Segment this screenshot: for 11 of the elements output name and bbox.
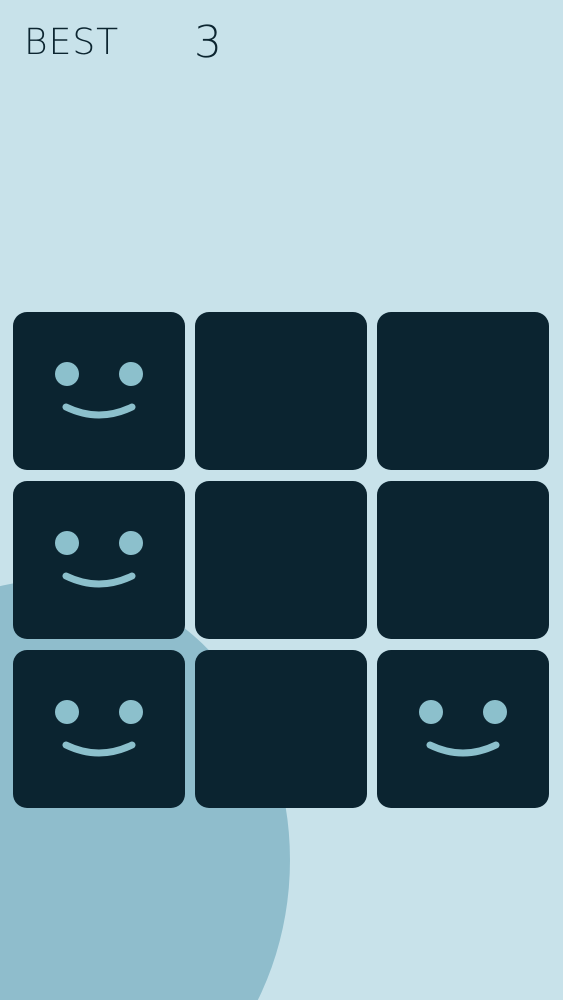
game-tile[interactable] bbox=[13, 312, 185, 470]
game-tile[interactable] bbox=[377, 481, 549, 639]
best-label: BEST bbox=[24, 22, 120, 62]
game-tile[interactable] bbox=[377, 650, 549, 808]
game-tile[interactable] bbox=[13, 650, 185, 808]
game-tile[interactable] bbox=[195, 312, 367, 470]
game-tile[interactable] bbox=[13, 481, 185, 639]
game-tile[interactable] bbox=[195, 650, 367, 808]
game-tile[interactable] bbox=[195, 481, 367, 639]
game-tile[interactable] bbox=[377, 312, 549, 470]
best-score: 3 bbox=[194, 16, 222, 68]
